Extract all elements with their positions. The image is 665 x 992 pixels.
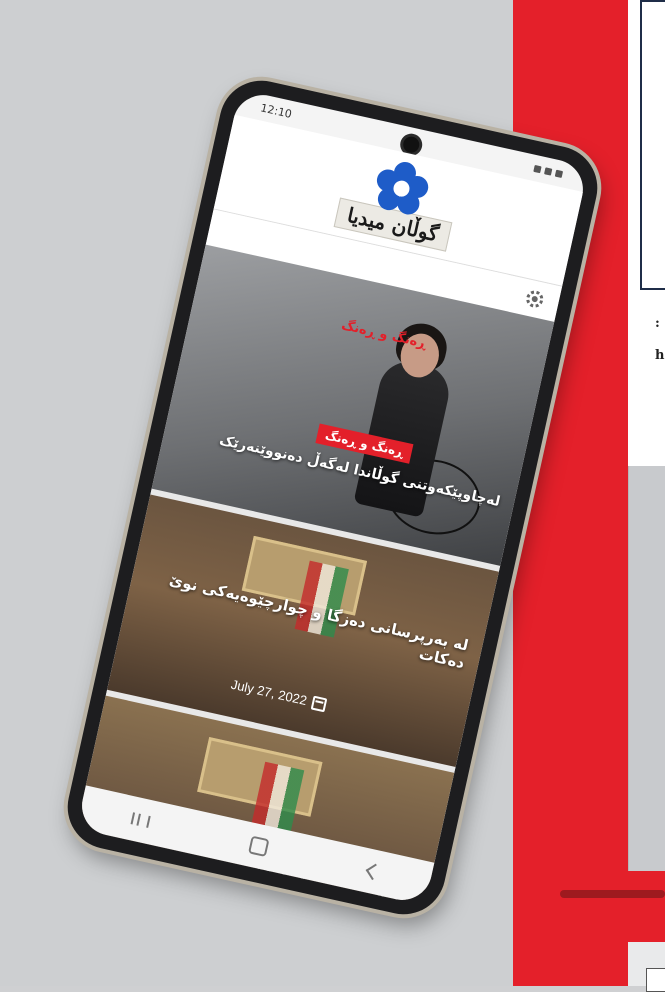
status-icons — [533, 164, 564, 178]
background-doc-text-1: : — [655, 316, 660, 331]
back-icon[interactable] — [365, 863, 382, 881]
article-date: July 27, 2022 — [230, 677, 328, 713]
article-date-text: July 27, 2022 — [229, 676, 309, 709]
home-icon[interactable] — [247, 835, 270, 857]
status-time: 12:10 — [259, 100, 294, 121]
battery-icon — [554, 169, 564, 178]
background-checkbox — [646, 968, 665, 992]
recents-icon[interactable] — [130, 812, 151, 828]
background-doc-text-2: h — [655, 348, 665, 363]
background-gray-panel — [628, 466, 665, 871]
flower-logo-icon[interactable] — [365, 153, 437, 225]
background-document-frame — [640, 0, 665, 290]
signal-icon — [533, 164, 542, 173]
background-red-line — [560, 890, 665, 898]
gear-icon[interactable] — [520, 285, 549, 314]
wifi-icon — [544, 166, 553, 176]
calendar-icon — [311, 695, 328, 712]
